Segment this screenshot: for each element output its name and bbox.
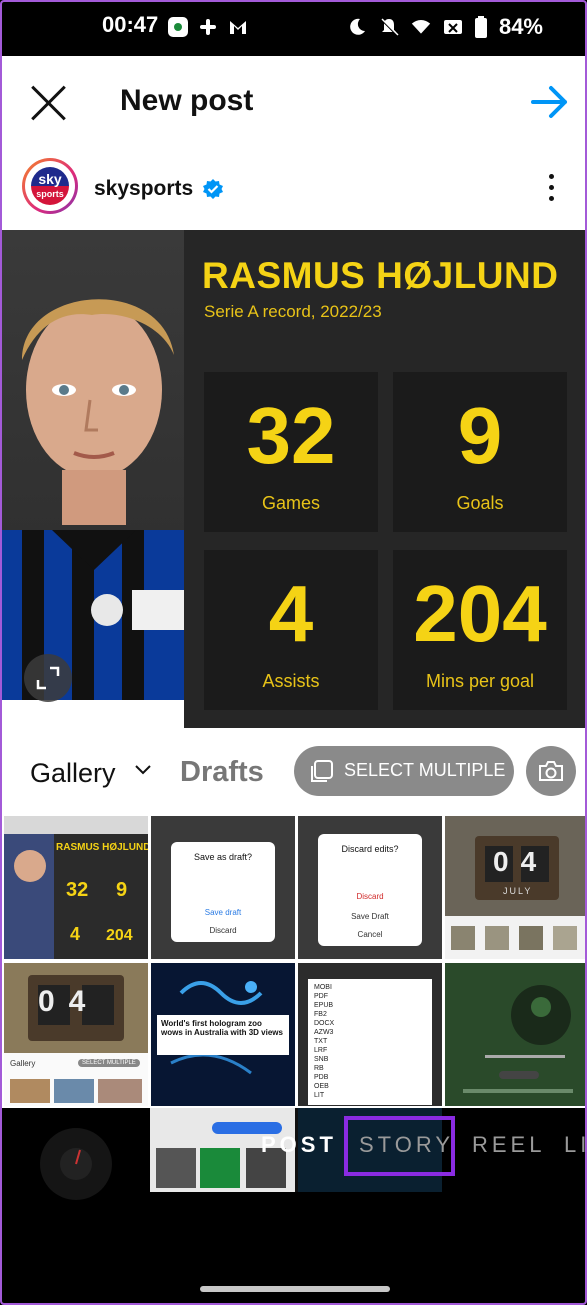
record-subtitle: Serie A record, 2022/23 (204, 302, 382, 321)
file-type-item: EPUB (314, 1002, 334, 1009)
player-head-illustration (22, 299, 174, 525)
avatar[interactable]: sky sports (22, 158, 78, 214)
stat-assists: 4 Assists (204, 550, 378, 710)
file-type-item: OEB (314, 1083, 329, 1090)
file-type-item: TXT (314, 1038, 328, 1045)
select-multiple-button[interactable]: SELECT MULTIPLE (294, 746, 514, 796)
grid-thumb-discard-edits-dialog[interactable]: Discard edits? Discard Save Draft Cancel (298, 816, 442, 959)
next-arrow-icon[interactable] (529, 82, 571, 122)
dial-knob-thumbnail (40, 1128, 112, 1200)
gallery-dropdown[interactable]: Gallery (30, 758, 116, 789)
grid-thumb-hojlund-post[interactable]: RASMUS HØJLUND 32 9 4 204 (4, 816, 148, 959)
system-icons: 84% (347, 14, 543, 40)
file-type-item: DOCX (314, 1020, 335, 1027)
svg-text:9: 9 (116, 879, 127, 901)
mode-live[interactable]: LI (564, 1132, 585, 1158)
mode-reel[interactable]: REEL (472, 1132, 545, 1158)
file-type-item: LRF (314, 1047, 328, 1054)
file-type-item: AZW3 (314, 1029, 334, 1036)
whatsapp-icon (168, 17, 188, 37)
page-title: New post (120, 84, 254, 117)
player-name: RASMUS HØJLUND (202, 255, 559, 296)
svg-text:RASMUS HØJLUND: RASMUS HØJLUND (56, 842, 148, 853)
wifi-icon (411, 20, 431, 34)
grid-thumb-hologram-zoo[interactable]: World's first hologram zoo wows in Austr… (151, 963, 295, 1106)
media-grid: RASMUS HØJLUND 32 9 4 204 Save as draft? Sav… (2, 816, 585, 1108)
home-indicator[interactable] (200, 1286, 390, 1292)
gallery-toolbar: Gallery Drafts SELECT MULTIPLE (2, 728, 585, 816)
post-type-bar: POST STORY REEL LI (2, 1108, 585, 1303)
post-preview-image: RASMUS HØJLUND Serie A record, 2022/23 3… (2, 230, 585, 728)
chevron-down-icon[interactable] (134, 764, 152, 776)
status-time: 00:47 (102, 12, 159, 37)
sky-sports-logo: sky sports (31, 167, 69, 205)
battery-icon (474, 16, 487, 38)
expand-icon[interactable] (24, 654, 72, 702)
screen: 00:47 84% New post sky sports skysports … (0, 0, 587, 1305)
grid-thumb-save-draft-dialog[interactable]: Save as draft? Save draft Discard (151, 816, 295, 959)
file-type-item: SNB (314, 1056, 329, 1063)
svg-text:4: 4 (70, 924, 80, 944)
mode-post[interactable]: POST (261, 1132, 337, 1158)
moon-icon (350, 18, 365, 35)
file-type-item: PDF (314, 993, 328, 1000)
stat-mins-per-goal: 204 Mins per goal (393, 550, 567, 710)
grid-thumb-screen-recording[interactable] (445, 963, 585, 1106)
camera-icon (539, 761, 563, 781)
camera-button[interactable] (526, 746, 576, 796)
more-options-icon[interactable] (547, 174, 555, 206)
svg-text:204: 204 (106, 927, 133, 944)
file-type-list: MOBI PDF EPUB FB2 DOCX AZW3 TXT LRF SNB RB PDB OEB L… (314, 983, 334, 1100)
stat-games: 32 Games (204, 372, 378, 532)
bell-off-icon (380, 18, 399, 36)
multi-select-icon (311, 760, 333, 782)
verified-badge-icon (203, 179, 223, 199)
svg-text:32: 32 (66, 879, 88, 901)
file-type-item: RB (314, 1065, 324, 1072)
battery-percent: 84% (498, 14, 543, 39)
file-type-item: MOBI (314, 984, 332, 991)
close-icon[interactable] (30, 84, 68, 122)
account-username[interactable]: skysports (94, 177, 193, 201)
gmail-icon (230, 21, 246, 34)
grid-thumb-file-types[interactable]: MOBI PDF EPUB FB2 DOCX AZW3 TXT LRF SNB RB PDB OEB L… (298, 963, 442, 1106)
account-row: sky sports skysports (2, 148, 585, 230)
player-photo (2, 230, 184, 728)
status-bar: 00:47 84% (2, 2, 585, 56)
file-type-item: FB2 (314, 1011, 327, 1018)
new-post-header: New post (2, 56, 585, 148)
drafts-tab[interactable]: Drafts (180, 756, 264, 789)
file-type-item: LIT (314, 1092, 325, 1099)
signal-off-icon (443, 20, 462, 34)
story-highlight-box (344, 1116, 455, 1176)
grid-thumb-calendar-gallery[interactable]: 04 Gallery SELECT MULTIPLE (4, 963, 148, 1106)
notification-icons (168, 17, 248, 37)
file-type-item: PDB (314, 1074, 329, 1081)
stat-goals: 9 Goals (393, 372, 567, 532)
slack-icon (200, 19, 216, 35)
grid-thumb-calendar-filter[interactable]: 04 JULY (445, 816, 585, 959)
